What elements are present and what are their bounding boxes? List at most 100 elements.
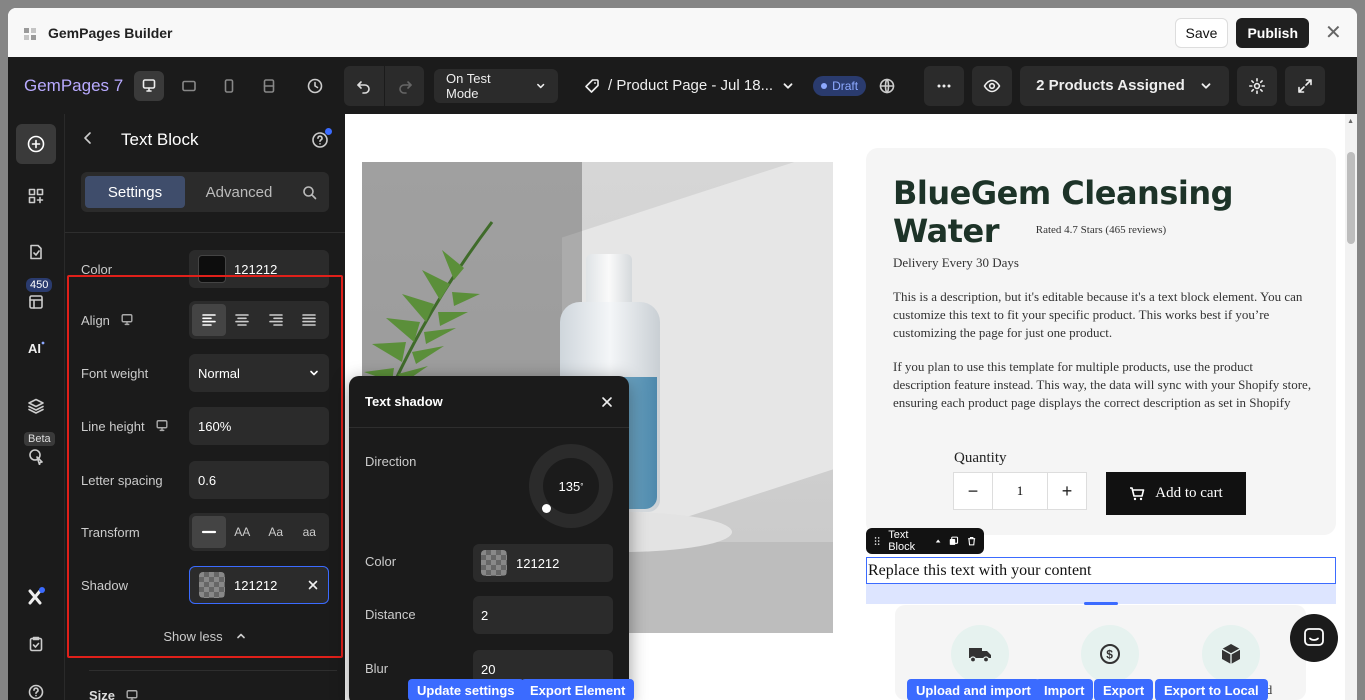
fullscreen-button[interactable] <box>1284 65 1325 106</box>
redo-icon[interactable] <box>384 65 424 106</box>
align-left-icon[interactable] <box>192 304 226 336</box>
size-section[interactable]: Size <box>89 688 139 700</box>
transform-lowercase[interactable]: aa <box>293 516 327 548</box>
tab-settings[interactable]: Settings <box>85 176 185 208</box>
money-back-icon: $ <box>1081 625 1139 683</box>
sections-icon[interactable] <box>16 176 56 216</box>
app-title: GemPages Builder <box>48 24 173 41</box>
pages-icon[interactable] <box>16 232 56 272</box>
help-icon[interactable] <box>16 672 56 700</box>
desktop-device-icon[interactable] <box>134 70 164 101</box>
trash-icon[interactable] <box>967 535 976 547</box>
globe-icon[interactable] <box>872 71 902 101</box>
delivery-text[interactable]: Delivery Every 30 Days <box>893 254 1313 272</box>
help-circle-icon[interactable] <box>311 128 332 149</box>
duplicate-icon[interactable] <box>949 535 959 547</box>
product-rating[interactable]: Rated 4.7 Stars (465 reviews) <box>866 224 1336 236</box>
quantity-input[interactable]: 1 <box>992 473 1048 509</box>
increase-quantity-button[interactable]: + <box>1048 473 1086 509</box>
align-right-icon[interactable] <box>259 304 293 336</box>
show-less-toggle[interactable]: Show less <box>81 626 329 646</box>
divider <box>65 232 345 233</box>
transform-segmented: AA Aa aa <box>189 513 329 551</box>
color-field[interactable]: 121212 <box>189 250 329 288</box>
clipboard-check-icon[interactable] <box>16 624 56 664</box>
ai-icon[interactable]: AI <box>16 328 56 368</box>
test-mode-select[interactable]: On Test Mode <box>434 68 558 103</box>
svg-text:$: $ <box>1106 648 1113 662</box>
products-assigned-button[interactable]: 2 Products Assigned <box>1020 65 1229 106</box>
direction-dial[interactable]: 135 ° <box>529 444 613 528</box>
export-element-button[interactable]: Export Element <box>521 679 635 700</box>
editor-toolbar: GemPages 7 On Test Mode / Product Page -… <box>8 57 1357 114</box>
caret-up-icon[interactable] <box>935 537 941 545</box>
tab-advanced[interactable]: Advanced <box>185 176 293 208</box>
back-arrow-icon[interactable] <box>81 131 105 150</box>
letter-spacing-input[interactable]: 0.6 <box>189 461 329 499</box>
text-block-toolbar-label[interactable]: Text Block <box>888 529 927 553</box>
transform-none-icon[interactable] <box>192 516 226 548</box>
undo-icon[interactable] <box>344 65 384 106</box>
export-button[interactable]: Export <box>1094 679 1154 700</box>
transform-uppercase[interactable]: AA <box>226 516 260 548</box>
line-height-input[interactable]: 160% <box>189 407 329 445</box>
close-icon[interactable] <box>307 579 319 591</box>
distance-input[interactable]: 2 <box>473 596 613 634</box>
drag-handle-icon[interactable] <box>874 535 880 547</box>
chat-support-button[interactable] <box>1290 614 1338 662</box>
shadow-label: Shadow <box>81 577 128 593</box>
export-to-local-button[interactable]: Export to Local <box>1155 679 1268 700</box>
preview-button[interactable] <box>972 65 1013 106</box>
font-weight-select[interactable]: Normal <box>189 354 329 392</box>
product-title[interactable]: BlueGem Cleansing Water <box>893 174 1336 250</box>
layers-icon[interactable] <box>16 386 56 426</box>
title-bar: GemPages Builder Save Publish ✕ <box>8 8 1357 57</box>
more-options-button[interactable] <box>924 65 965 106</box>
publish-button[interactable]: Publish <box>1236 17 1309 48</box>
close-icon[interactable] <box>601 396 613 408</box>
templates-icon[interactable] <box>16 282 56 322</box>
upload-and-import-button[interactable]: Upload and import <box>907 679 1040 700</box>
product-info-card: BlueGem Cleansing Water Rated 4.7 Stars … <box>866 148 1336 535</box>
close-window-icon[interactable]: ✕ <box>1325 20 1342 45</box>
distance-value: 2 <box>481 607 489 623</box>
transform-capitalize[interactable]: Aa <box>259 516 293 548</box>
canvas-scrollbar[interactable]: ▲ <box>1345 114 1357 700</box>
scroll-up-icon[interactable]: ▲ <box>1347 118 1354 125</box>
selected-text-block[interactable]: Replace this text with your content <box>866 557 1336 584</box>
product-description-2[interactable]: If you plan to use this template for mul… <box>893 358 1313 412</box>
shadow-color-field[interactable]: 121212 <box>473 544 613 582</box>
direction-knob[interactable] <box>542 504 551 513</box>
responsive-device-icon[interactable] <box>254 71 284 101</box>
shadow-color-value: 121212 <box>516 555 560 571</box>
align-center-icon[interactable] <box>226 304 260 336</box>
truck-icon <box>951 625 1009 683</box>
shadow-color-swatch[interactable] <box>481 550 507 576</box>
decrease-quantity-button[interactable]: − <box>954 473 992 509</box>
shadow-field[interactable]: 121212 <box>189 566 329 604</box>
shadow-swatch[interactable] <box>199 572 225 598</box>
apps-x-icon[interactable] <box>16 576 56 616</box>
save-button[interactable]: Save <box>1174 17 1229 48</box>
more-horizontal-icon <box>937 84 951 87</box>
product-description-1[interactable]: This is a description, but it's editable… <box>893 288 1313 342</box>
add-to-cart-button[interactable]: Add to cart <box>1106 472 1246 515</box>
page-selector[interactable]: / Product Page - Jul 18... <box>584 77 795 94</box>
popup-title: Text shadow <box>365 394 443 409</box>
panel-title: Text Block <box>121 130 199 149</box>
color-swatch[interactable] <box>198 255 226 283</box>
update-settings-button[interactable]: Update settings <box>408 679 524 700</box>
status-badge: Draft <box>813 75 867 96</box>
history-icon[interactable] <box>300 71 330 101</box>
settings-button[interactable] <box>1236 65 1277 106</box>
tablet-landscape-icon[interactable] <box>174 71 204 101</box>
scrollbar-thumb[interactable] <box>1347 152 1355 244</box>
mobile-device-icon[interactable] <box>214 71 244 101</box>
align-justify-icon[interactable] <box>293 304 327 336</box>
font-weight-label: Font weight <box>81 365 149 381</box>
shadow-row: Shadow 121212 <box>81 566 329 604</box>
add-element-icon[interactable] <box>16 124 56 164</box>
search-icon[interactable] <box>293 185 325 200</box>
cursor-target-icon[interactable] <box>16 436 56 476</box>
import-button[interactable]: Import <box>1035 679 1094 700</box>
